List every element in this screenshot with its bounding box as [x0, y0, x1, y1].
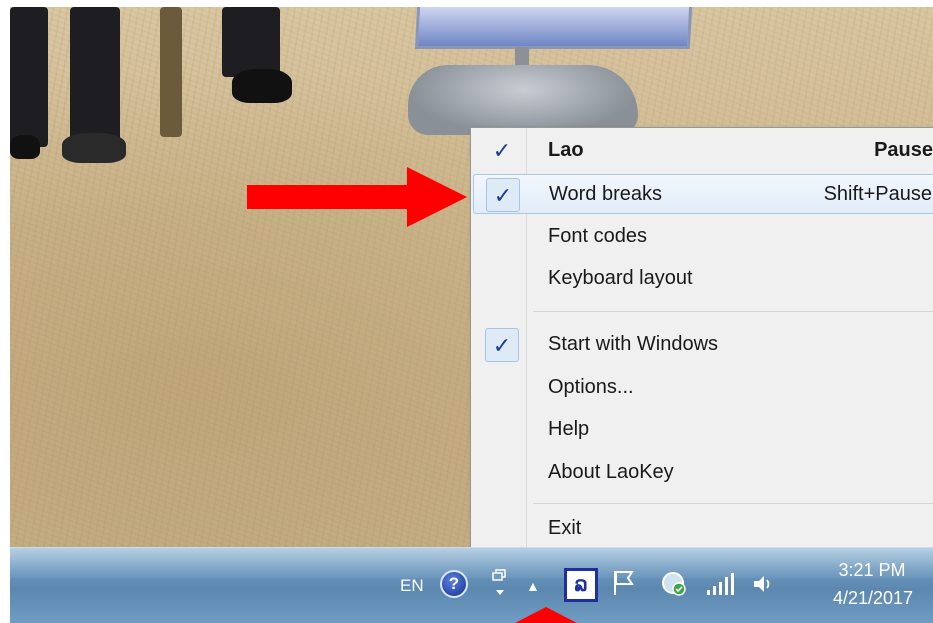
- volume-icon[interactable]: [752, 572, 774, 596]
- wifi-signal-icon[interactable]: [705, 572, 735, 596]
- menu-item-exit[interactable]: Exit: [473, 509, 933, 549]
- taskbar-glass-highlight: [10, 548, 933, 578]
- menu-item-shortcut: Pause: [874, 139, 933, 161]
- photo-banner-sign: [414, 7, 693, 49]
- show-hidden-icons-icon[interactable]: ▲: [526, 578, 540, 594]
- menu-separator: [533, 311, 933, 312]
- screenshot-frame: ✓ Lao Pause ✓ Word breaks Shift+Pause Fo…: [10, 7, 933, 623]
- restore-down-icon[interactable]: [492, 568, 508, 598]
- menu-item-label: Start with Windows: [548, 333, 719, 355]
- photo-person-leg: [10, 7, 48, 147]
- photo-shoe: [232, 69, 292, 103]
- windows-taskbar: EN ? ▲ ລ 3:21 PM 4/21/2017: [10, 547, 933, 623]
- checkmark-icon: ✓: [492, 138, 512, 163]
- photo-person-leg: [70, 7, 120, 142]
- menu-item-help[interactable]: Help: [473, 410, 933, 450]
- photo-person-leg: [222, 7, 280, 77]
- action-center-flag-icon[interactable]: [612, 570, 636, 596]
- photo-sign-base: [408, 65, 638, 135]
- red-arrow-annotation: [515, 607, 577, 623]
- menu-item-label: Lao: [548, 139, 584, 161]
- language-indicator[interactable]: EN: [400, 576, 424, 596]
- clock-date[interactable]: 4/21/2017: [818, 588, 928, 609]
- laokey-tray-icon[interactable]: ລ: [564, 568, 598, 602]
- menu-separator: [533, 503, 933, 504]
- red-arrow-annotation: [247, 167, 467, 227]
- menu-item-label: Help: [548, 418, 590, 440]
- menu-item-keyboard-layout[interactable]: Keyboard layout: [473, 259, 933, 299]
- menu-item-label: Word breaks: [549, 183, 663, 205]
- menu-item-about-laokey[interactable]: About LaoKey: [473, 453, 933, 493]
- menu-item-lao[interactable]: ✓ Lao Pause: [473, 131, 933, 171]
- menu-item-label: Keyboard layout: [548, 267, 693, 289]
- clock-time[interactable]: 3:21 PM: [822, 560, 922, 581]
- photo-cane: [160, 7, 182, 137]
- menu-item-word-breaks[interactable]: ✓ Word breaks Shift+Pause: [473, 174, 933, 214]
- checkmark-icon: ✓: [486, 178, 520, 212]
- laokey-context-menu: ✓ Lao Pause ✓ Word breaks Shift+Pause Fo…: [470, 127, 933, 549]
- menu-item-label: About LaoKey: [548, 461, 674, 483]
- menu-item-font-codes[interactable]: Font codes: [473, 217, 933, 257]
- menu-item-options[interactable]: Options...: [473, 368, 933, 408]
- menu-item-start-with-windows[interactable]: ✓ Start with Windows: [473, 325, 933, 365]
- photo-shoe: [62, 133, 126, 163]
- help-icon[interactable]: ?: [440, 570, 468, 598]
- checkmark-icon: ✓: [485, 328, 519, 362]
- photo-shoe: [10, 135, 40, 159]
- menu-item-label: Font codes: [548, 225, 647, 247]
- menu-item-label: Options...: [548, 376, 634, 398]
- network-sync-icon[interactable]: [658, 568, 688, 598]
- menu-item-shortcut: Shift+Pause: [823, 183, 932, 205]
- menu-item-label: Exit: [548, 517, 582, 539]
